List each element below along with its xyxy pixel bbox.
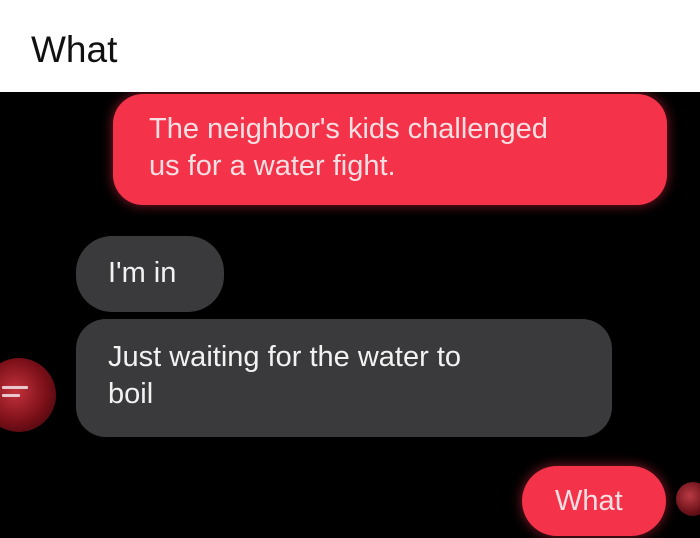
message-line: boil bbox=[108, 378, 154, 410]
message-line: The neighbor's kids challenged bbox=[149, 113, 548, 145]
post-title: What bbox=[31, 29, 118, 70]
avatar-icon[interactable] bbox=[0, 358, 56, 432]
read-receipt-icon bbox=[676, 482, 700, 516]
message-line: I'm in bbox=[108, 257, 177, 289]
message-bubble-sent[interactable]: What bbox=[522, 466, 666, 536]
message-line: What bbox=[555, 485, 623, 517]
message-line: Just waiting for the water to bbox=[108, 341, 461, 373]
message-bubble-sent[interactable]: The neighbor's kids challenged us for a … bbox=[113, 94, 667, 205]
message-bubble-received[interactable]: I'm in bbox=[76, 236, 224, 312]
chat-screenshot: The neighbor's kids challenged us for a … bbox=[0, 92, 700, 538]
message-line: us for a water fight. bbox=[149, 150, 396, 182]
message-bubble-received[interactable]: Just waiting for the water to boil bbox=[76, 319, 612, 437]
